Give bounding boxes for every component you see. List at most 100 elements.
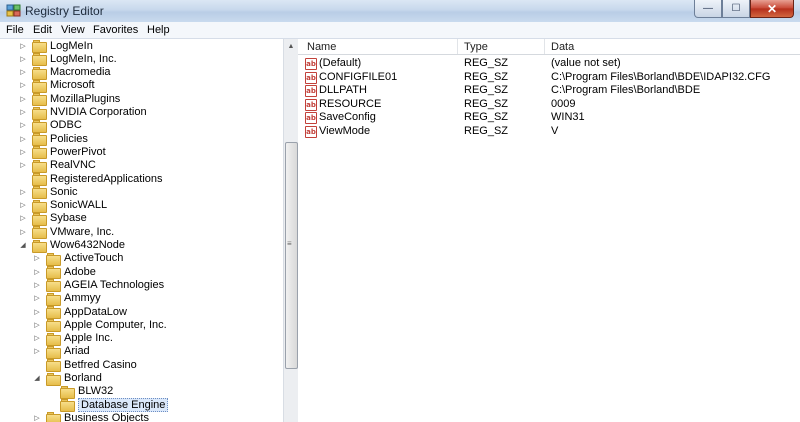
minimize-button[interactable]: —: [694, 0, 722, 18]
collapse-arrow-icon[interactable]: ◢: [18, 241, 28, 249]
tree-item[interactable]: ▷ AppDataLow: [32, 305, 127, 319]
column-header-name[interactable]: Name: [307, 41, 336, 53]
tree-item[interactable]: ▷ Macromedia: [18, 66, 111, 80]
menu-view[interactable]: View: [61, 24, 85, 36]
tree-item[interactable]: ▷ ODBC: [18, 119, 82, 133]
tree-item[interactable]: ▷ ActiveTouch: [32, 252, 123, 266]
tree-item[interactable]: ▷ VMware, Inc.: [18, 225, 114, 240]
expand-arrow-icon[interactable]: ▷: [32, 347, 42, 355]
tree-item[interactable]: ▷ Ariad: [32, 345, 90, 359]
column-header-data[interactable]: Data: [551, 41, 574, 53]
tree-item[interactable]: ▷ Apple Computer, Inc.: [32, 318, 167, 333]
expand-arrow-icon[interactable]: ▷: [32, 294, 42, 302]
value-row[interactable]: ab RESOURCE REG_SZ 0009: [298, 98, 800, 111]
tree-item[interactable]: ▷ Sybase: [18, 212, 87, 226]
column-header-type[interactable]: Type: [464, 41, 488, 53]
tree-item[interactable]: ◢ Wow6432Node: [18, 239, 125, 253]
expand-arrow-icon[interactable]: ▷: [32, 321, 42, 329]
value-name: RESOURCE: [319, 97, 382, 110]
close-button[interactable]: ✕: [750, 0, 794, 18]
expand-arrow-icon[interactable]: ▷: [18, 148, 28, 156]
value-type: REG_SZ: [464, 84, 509, 96]
folder-icon: [46, 359, 61, 373]
tree-item[interactable]: RegisteredApplications: [18, 172, 163, 186]
value-row[interactable]: ab SaveConfig REG_SZ WIN31: [298, 111, 800, 124]
expand-arrow-icon[interactable]: ▷: [18, 135, 28, 143]
expand-arrow-icon[interactable]: ▷: [32, 268, 42, 276]
tree-item[interactable]: ▷ Microsoft: [18, 79, 95, 93]
folder-icon: [46, 319, 61, 333]
tree-item-label: Policies: [50, 132, 88, 145]
column-separator[interactable]: [457, 39, 458, 54]
tree-item[interactable]: ▷ AGEIA Technologies: [32, 278, 164, 293]
value-row[interactable]: ab CONFIGFILE01 REG_SZ C:\Program Files\Bor…: [298, 71, 800, 84]
tree-item[interactable]: ▷ PowerPivot: [18, 145, 106, 160]
expand-arrow-icon[interactable]: ▷: [18, 81, 28, 89]
expand-arrow-icon[interactable]: ▷: [18, 42, 28, 50]
folder-icon: [32, 53, 47, 67]
value-row[interactable]: ab (Default) REG_SZ (value not set): [298, 57, 800, 70]
tree-item[interactable]: ▷ LogMeIn, Inc.: [18, 52, 117, 67]
tree-item[interactable]: ▷ LogMeIn: [18, 39, 93, 53]
tree-item[interactable]: ▷ Business Objects: [32, 411, 149, 422]
tree-item[interactable]: ▷ Ammyy: [32, 292, 101, 306]
expand-arrow-icon[interactable]: ▷: [32, 334, 42, 342]
tree-item[interactable]: ▷ NVIDIA Corporation: [18, 106, 147, 120]
folder-icon: [32, 133, 47, 147]
tree-item[interactable]: ▷ SonicWALL: [18, 199, 108, 213]
tree-item-label: Apple Computer, Inc.: [64, 318, 167, 331]
expand-arrow-icon[interactable]: ▷: [18, 188, 28, 196]
column-separator[interactable]: [544, 39, 545, 54]
folder-icon: [32, 66, 47, 80]
tree-item-label: LogMeIn: [50, 39, 93, 52]
value-row[interactable]: ab DLLPATH REG_SZ C:\Program Files\Borland\…: [298, 84, 800, 97]
tree-item[interactable]: ◢ Borland: [32, 372, 102, 386]
folder-icon: [32, 40, 47, 53]
expand-arrow-icon[interactable]: ▷: [18, 214, 28, 222]
tree-scrollbar[interactable]: ▲ ≡: [283, 39, 298, 422]
expand-arrow-icon[interactable]: ▷: [18, 95, 28, 103]
expand-arrow-icon[interactable]: ▷: [32, 281, 42, 289]
expand-arrow-icon[interactable]: ▷: [32, 254, 42, 262]
tree-item-label: AppDataLow: [64, 305, 127, 318]
title-bar[interactable]: Registry Editor — ☐ ✕: [0, 0, 800, 23]
expand-arrow-icon[interactable]: ▷: [32, 308, 42, 316]
tree-item-label: Ariad: [64, 345, 90, 358]
value-name: CONFIGFILE01: [319, 70, 398, 83]
expand-arrow-icon[interactable]: ▷: [18, 121, 28, 129]
menu-file[interactable]: File: [6, 24, 24, 36]
menu-edit[interactable]: Edit: [33, 24, 52, 36]
value-data: WIN31: [551, 111, 585, 123]
expand-arrow-icon[interactable]: ▷: [18, 55, 28, 63]
value-type: REG_SZ: [464, 57, 509, 69]
folder-icon: [60, 385, 75, 399]
tree-item[interactable]: ▷ RealVNC: [18, 159, 96, 173]
expand-arrow-icon[interactable]: ▷: [32, 414, 42, 422]
expand-arrow-icon[interactable]: ▷: [18, 201, 28, 209]
tree-item-label: RealVNC: [50, 159, 96, 172]
tree-item[interactable]: ▷ MozillaPlugins: [18, 92, 120, 107]
expand-arrow-icon[interactable]: ▷: [18, 161, 28, 169]
tree-item-label: SonicWALL: [50, 199, 108, 212]
tree-item[interactable]: ▷ Apple Inc.: [32, 332, 113, 346]
tree-item[interactable]: BLW32: [46, 385, 113, 399]
tree-item-label: Database Engine: [78, 397, 169, 412]
scrollbar-thumb[interactable]: [285, 142, 298, 369]
expand-arrow-icon[interactable]: ▷: [18, 68, 28, 76]
value-row[interactable]: ab ViewMode REG_SZ V: [298, 125, 800, 138]
menu-favorites[interactable]: Favorites: [93, 24, 138, 36]
maximize-button[interactable]: ☐: [722, 0, 750, 18]
tree-item[interactable]: Betfred Casino: [32, 358, 137, 373]
expand-arrow-icon[interactable]: ▷: [18, 108, 28, 116]
collapse-arrow-icon[interactable]: ◢: [32, 374, 42, 382]
tree-item[interactable]: Database Engine: [46, 397, 169, 413]
menu-bar: File Edit View Favorites Help: [0, 22, 800, 39]
folder-icon: [46, 279, 61, 293]
tree-item[interactable]: ▷ Policies: [18, 132, 88, 147]
tree-item[interactable]: ▷ Adobe: [32, 265, 96, 280]
tree-item[interactable]: ▷ Sonic: [18, 185, 78, 200]
scroll-up-arrow-icon[interactable]: ▲: [285, 41, 297, 53]
tree-item-label: Betfred Casino: [64, 358, 137, 371]
expand-arrow-icon[interactable]: ▷: [18, 228, 28, 236]
menu-help[interactable]: Help: [147, 24, 170, 36]
